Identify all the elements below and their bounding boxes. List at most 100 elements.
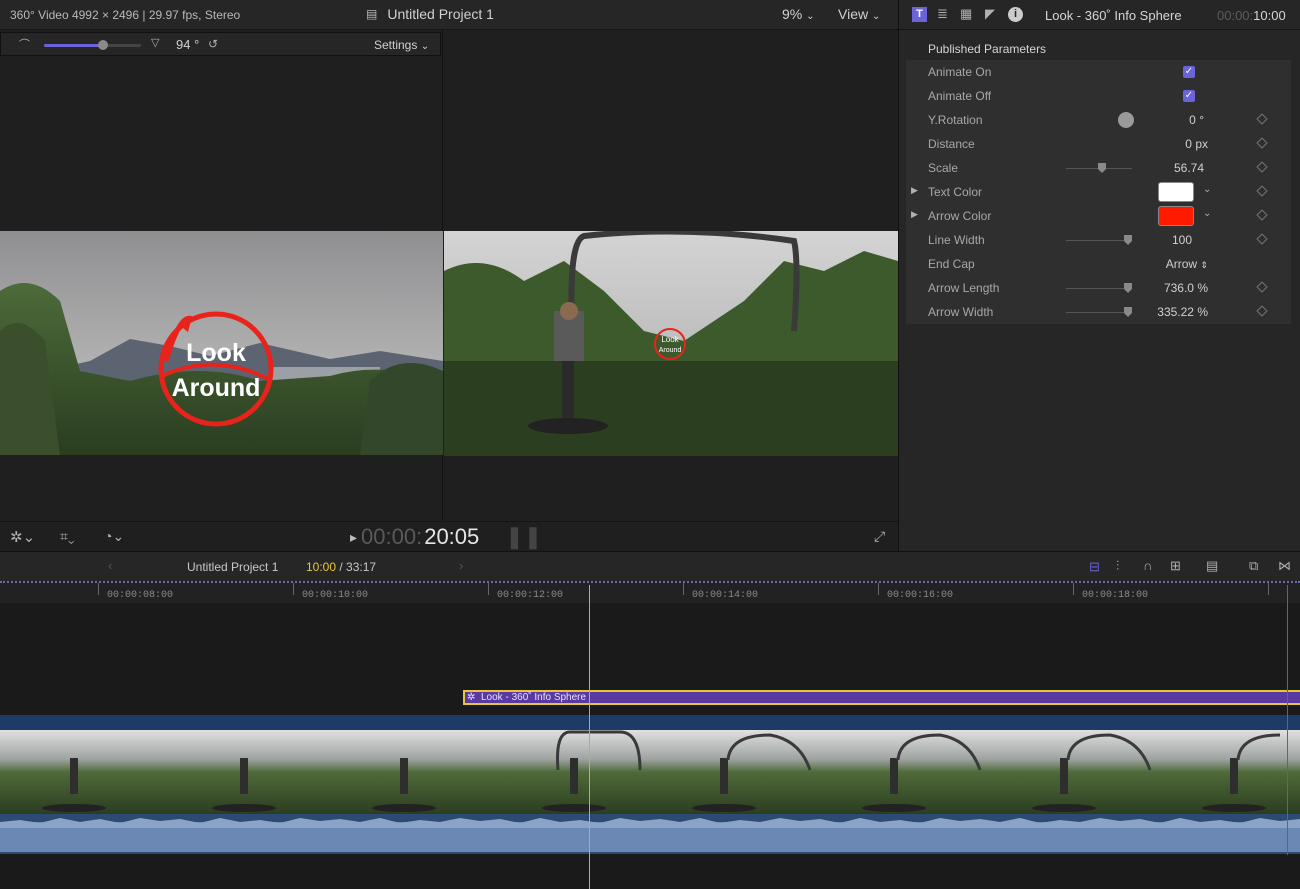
param-label: Animate On (928, 65, 992, 79)
keyframe-button[interactable] (1256, 281, 1268, 293)
effects-browser-icon[interactable]: ⧉ (1249, 558, 1258, 574)
snapping-icon[interactable]: ⊞ (1170, 558, 1181, 574)
timeline-area[interactable]: ✲ Look - 360˚ Info Sphere (0, 603, 1300, 889)
waveform-graphic (0, 814, 1300, 854)
rotation-dial[interactable] (1118, 112, 1134, 128)
angle-slider[interactable] (44, 40, 141, 50)
keyframe-button[interactable] (1256, 305, 1268, 317)
title-clip-icon: ✲ (467, 692, 476, 703)
chevron-down-icon[interactable]: ⌄ (1203, 208, 1211, 219)
transform-icon[interactable]: ⌗⌄ (60, 528, 75, 545)
viewer-topbar: 360° Video 4992 × 2496 | 29.97 fps, Ster… (0, 0, 898, 30)
angle-slider-knob[interactable] (98, 40, 108, 50)
headphones-icon[interactable]: ∩ (1143, 558, 1152, 573)
keyframe-button[interactable] (1256, 161, 1268, 173)
arrow-width-slider[interactable] (1066, 307, 1132, 317)
title-inspector-icon[interactable]: T (912, 7, 927, 22)
timeline-end-marker (1287, 585, 1288, 855)
param-line-width: Line Width 100 (906, 228, 1291, 252)
audio-waveform[interactable] (0, 814, 1300, 854)
text-color-swatch[interactable] (1158, 182, 1194, 202)
arrow-width-value[interactable]: 335.22 % (1146, 305, 1208, 319)
y-rotation-unit: ° (1199, 113, 1204, 127)
line-width-slider[interactable] (1066, 235, 1132, 245)
param-label: Animate Off (928, 89, 992, 103)
line-width-slider-knob[interactable] (1124, 235, 1132, 245)
reset-icon[interactable]: ↺ (208, 37, 218, 51)
arrow-length-slider-knob[interactable] (1124, 283, 1132, 293)
animate-off-checkbox[interactable]: ✓ (1183, 90, 1195, 102)
inspector-duration: 00:00:10:00 (1217, 8, 1286, 23)
arrow-length-value[interactable]: 736.0 % (1146, 281, 1208, 295)
distance-value[interactable]: 0 px (1146, 137, 1208, 151)
viewer-360-image: Look Around (0, 231, 443, 455)
text-inspector-icon[interactable]: ≣ (937, 6, 948, 22)
filmstrip-thumbnails (0, 730, 1300, 814)
project-title: ▤ Untitled Project 1 (366, 6, 494, 22)
keyframe-button[interactable] (1256, 137, 1268, 149)
settings-menu[interactable]: Settings ⌄ (374, 38, 429, 52)
play-icon[interactable]: ▸ (350, 529, 357, 546)
horizon-icon[interactable]: ⌒ (19, 36, 30, 52)
keyframe-button[interactable] (1256, 209, 1268, 221)
chevron-down-icon: ⌄ (806, 11, 815, 22)
end-cap-value: Arrow (1165, 257, 1198, 271)
disclosure-triangle-icon[interactable]: ▶ (911, 185, 918, 196)
param-label: Arrow Length (928, 281, 1000, 295)
audio-skimming-icon[interactable]: ⫶ (1116, 558, 1119, 574)
timecode-dim: 00:00: (361, 524, 423, 549)
zoom-menu[interactable]: 9% ⌄ (782, 6, 815, 22)
fov-icon: ▽ (151, 37, 160, 49)
animate-on-checkbox[interactable]: ✓ (1183, 66, 1195, 78)
scale-value[interactable]: 56.74 (1146, 161, 1204, 175)
speed-icon[interactable]: ◔⌄ (104, 528, 124, 545)
project-title-text: Untitled Project 1 (387, 6, 494, 22)
line-width-value[interactable]: 100 (1146, 233, 1192, 247)
forward-arrow-icon[interactable]: › (459, 558, 463, 573)
disclosure-triangle-icon[interactable]: ▶ (911, 209, 918, 220)
arrow-length-slider[interactable] (1066, 283, 1132, 293)
ruler-label: 00:00:08:00 (107, 590, 174, 601)
param-animate-off: Animate Off ✓ (906, 84, 1291, 108)
timeline-ruler[interactable]: 00:00:08:00 00:00:10:00 00:00:12:00 00:0… (0, 581, 1300, 603)
ruler-label: 00:00:10:00 (302, 590, 369, 601)
duration-dim: 00:00: (1217, 8, 1254, 23)
skimming-icon[interactable]: ⊟ (1089, 559, 1100, 575)
keyframe-button[interactable] (1256, 185, 1268, 197)
timecode-value: 20:05 (424, 524, 480, 549)
y-rotation-value[interactable]: 0 ° (1146, 113, 1204, 127)
reel-icon[interactable]: ✲⌄ (10, 528, 35, 546)
scale-slider-knob[interactable] (1098, 163, 1106, 173)
back-arrow-icon[interactable]: ‹ (108, 558, 112, 573)
view-menu[interactable]: View ⌄ (838, 6, 880, 22)
param-animate-on: Animate On ✓ (906, 60, 1291, 84)
info-inspector-icon[interactable]: i (1008, 7, 1023, 22)
keyframe-button[interactable] (1256, 233, 1268, 245)
overlay-small-around: Around (659, 347, 682, 354)
angle-value: 94 ° (176, 37, 200, 52)
param-end-cap: End Cap Arrow ⇕ (906, 252, 1291, 276)
pause-icon[interactable]: ❚❚ (505, 524, 542, 550)
arrow-color-swatch[interactable] (1158, 206, 1194, 226)
scale-slider[interactable] (1066, 163, 1132, 173)
viewer-360: ⌒ ▽ 94 ° ↺ Settings ⌄ Look Around (0, 30, 443, 521)
clip-appearance-icon[interactable]: ▤ (1206, 558, 1218, 574)
end-cap-popup[interactable]: Arrow ⇕ (1146, 257, 1208, 271)
param-arrow-length: Arrow Length 736.0 % (906, 276, 1291, 300)
param-label: Distance (928, 137, 975, 151)
video-clip-filmstrip[interactable] (0, 730, 1300, 814)
param-label: Y.Rotation (928, 113, 983, 127)
video-inspector-icon[interactable]: ▦ (960, 6, 972, 22)
arrow-width-slider-knob[interactable] (1124, 307, 1132, 317)
keyframe-button[interactable] (1256, 113, 1268, 125)
chevron-down-icon[interactable]: ⌄ (1203, 184, 1211, 195)
inspector: T ≣ ▦ ◤ i Look - 360˚ Info Sphere 00:00:… (898, 0, 1300, 551)
param-arrow-width: Arrow Width 335.22 % (906, 300, 1291, 324)
timeline-position: 10:00 / 33:17 (306, 560, 376, 574)
filter-inspector-icon[interactable]: ◤ (985, 6, 995, 22)
transitions-browser-icon[interactable]: ⋈ (1278, 558, 1291, 574)
fullscreen-icon[interactable]: ⤢ (874, 528, 885, 545)
arrow-width-unit: % (1197, 305, 1208, 319)
timecode-display[interactable]: ▸ 00:00: 20:05 ❚❚ (350, 524, 542, 550)
playhead[interactable] (589, 585, 590, 889)
